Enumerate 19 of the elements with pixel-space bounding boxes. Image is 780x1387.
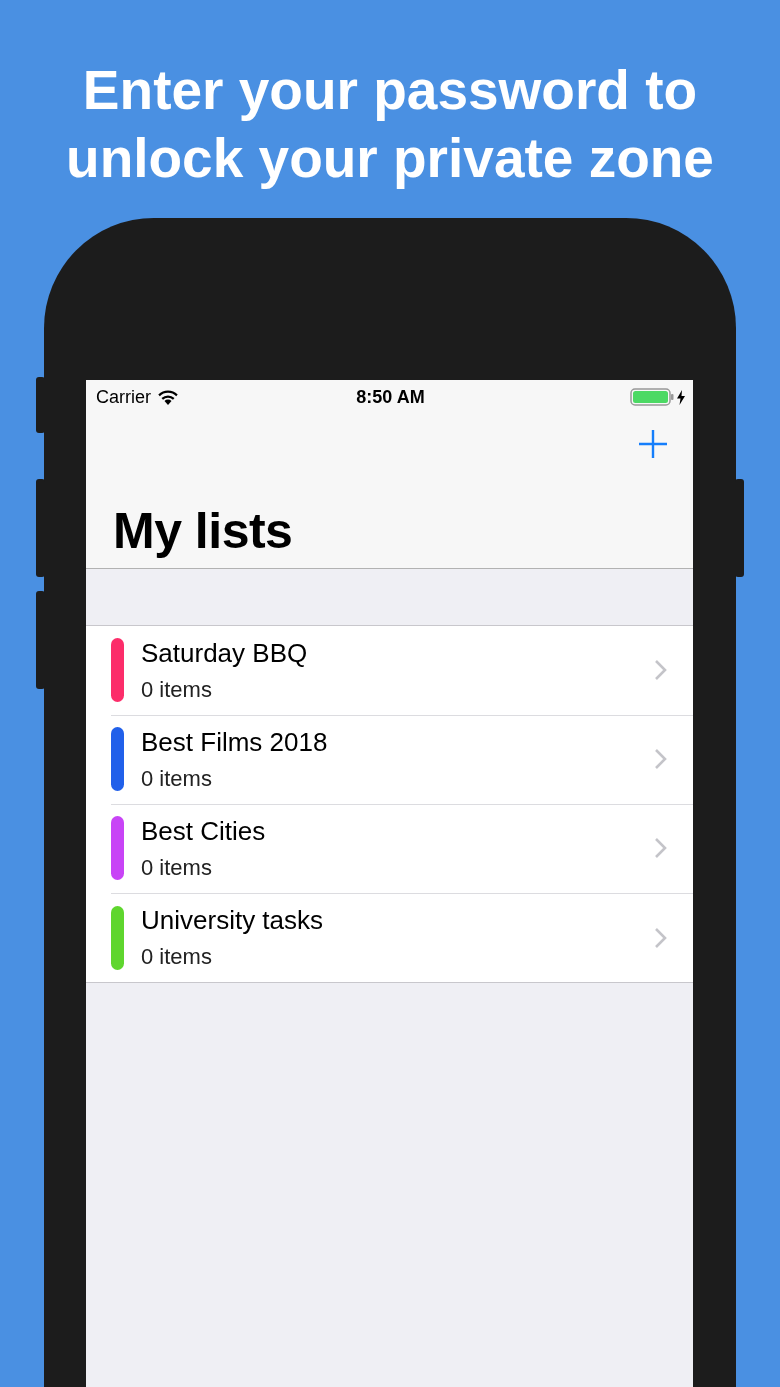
carrier-label: Carrier: [96, 386, 151, 408]
chevron-icon[interactable]: [654, 926, 667, 949]
chevron-icon[interactable]: [654, 748, 667, 770]
item-count: 0 items: [141, 944, 212, 970]
battery-icon: [630, 388, 674, 406]
chevron-icon[interactable]: [654, 659, 667, 681]
list-name[interactable]: Best Films 2018: [141, 726, 328, 758]
item-count: 0 items: [141, 676, 212, 703]
clock-time: 8:50 AM: [356, 386, 425, 408]
list-name[interactable]: Saturday BBQ: [141, 637, 308, 669]
wifi-icon: [157, 389, 179, 405]
item-count: 0 items: [141, 765, 212, 792]
page-title: My lists: [113, 502, 294, 560]
list-name[interactable]: Best Cities: [141, 815, 266, 847]
chevron-icon[interactable]: [654, 837, 667, 859]
headline: Enter your password to unlock your private zone: [65, 58, 715, 191]
add-button[interactable]: [637, 428, 669, 460]
list-name[interactable]: University tasks: [141, 905, 324, 936]
item-count: 0 items: [141, 854, 212, 881]
